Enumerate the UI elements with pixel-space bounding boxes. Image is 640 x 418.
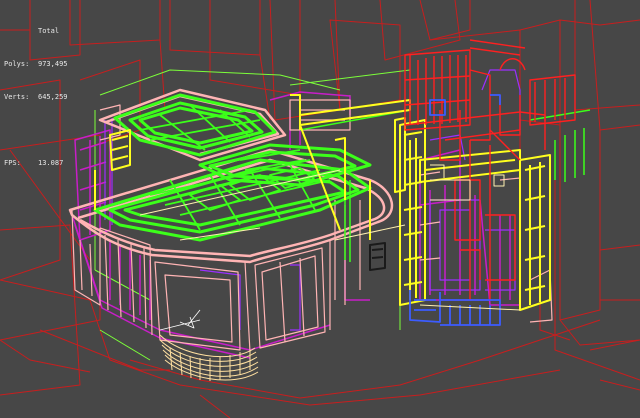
stats-total-label: Total [38,27,60,35]
green-roof-structure [93,93,372,242]
transform-gizmo[interactable] [159,309,201,331]
stats-verts-label: Verts: [4,93,30,101]
stats-verts-value: 645,259 [38,93,68,101]
stats-polys-label: Polys: [4,60,30,68]
wireframe-scene[interactable] [0,0,640,418]
stats-fps-label: FPS: [4,159,21,167]
stats-polys-value: 973,495 [38,60,68,68]
3d-viewport[interactable]: Total Polys: 973,495 Verts: 645,259 FPS: 13… [0,0,640,418]
magenta-walls [71,91,521,359]
dark-fixtures [369,242,386,271]
viewport-statistics: Total Polys: 973,495 Verts: 645,259 FPS: 13… [4,4,68,191]
stats-fps-value: 13.087 [38,159,64,167]
